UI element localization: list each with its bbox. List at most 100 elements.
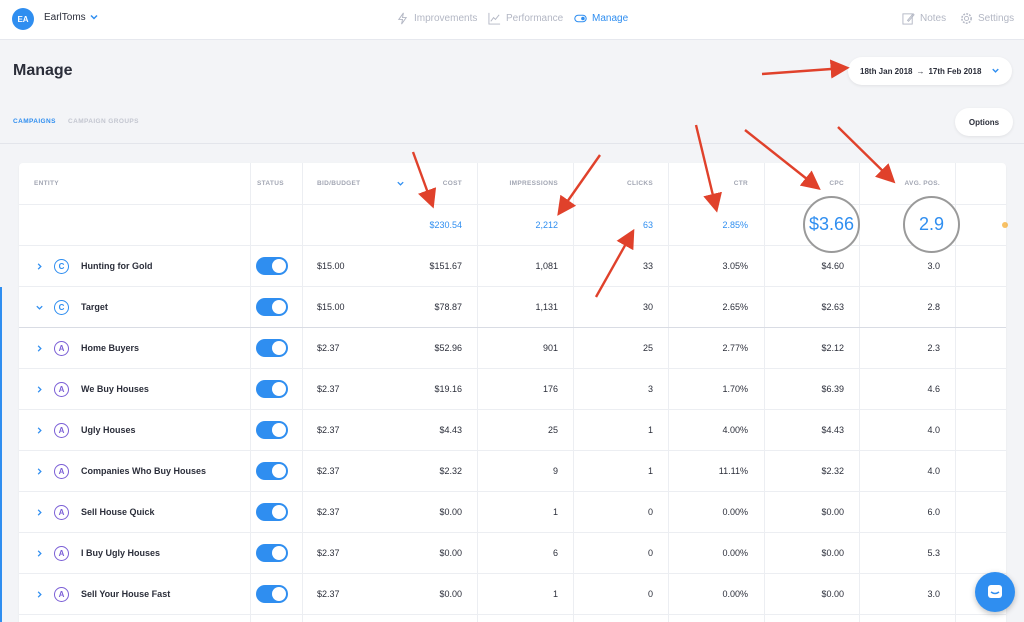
ctr: 1.70% bbox=[722, 384, 748, 394]
cost: $19.16 bbox=[434, 384, 462, 394]
status-toggle[interactable] bbox=[256, 462, 288, 480]
col-avg-pos[interactable]: AVG. POS. bbox=[905, 180, 940, 187]
status-toggle[interactable] bbox=[256, 257, 288, 275]
ctr: 0.00% bbox=[722, 589, 748, 599]
cost: $151.67 bbox=[429, 261, 462, 271]
col-status[interactable]: STATUS bbox=[257, 180, 284, 187]
bid-budget[interactable]: $2.37 bbox=[317, 384, 340, 394]
entity-name[interactable]: We Buy Houses bbox=[81, 384, 149, 394]
nav-improvements[interactable]: Improvements bbox=[396, 12, 477, 25]
status-dot bbox=[1002, 222, 1008, 228]
table-row[interactable]: A Home Buyers $2.37 $52.96 901 25 2.77% $2.12 2.… bbox=[19, 328, 1006, 369]
bid-budget[interactable]: $2.37 bbox=[317, 343, 340, 353]
total-impressions: 2,212 bbox=[535, 220, 558, 230]
chevron-right-icon[interactable] bbox=[35, 467, 44, 476]
col-impressions[interactable]: IMPRESSIONS bbox=[510, 180, 558, 187]
bid-budget[interactable]: $15.00 bbox=[317, 261, 345, 271]
avg-pos: 4.0 bbox=[927, 425, 940, 435]
status-toggle[interactable] bbox=[256, 298, 288, 316]
entity-name[interactable]: Home Buyers bbox=[81, 343, 139, 353]
nav-settings[interactable]: Settings bbox=[960, 12, 1014, 25]
bid-budget[interactable]: $2.37 bbox=[317, 548, 340, 558]
table-row[interactable]: C Hunting for Gold $15.00 $151.67 1,081 33 3.0… bbox=[19, 246, 1006, 287]
nav-manage-label: Manage bbox=[592, 13, 629, 24]
status-toggle[interactable] bbox=[256, 421, 288, 439]
page-title: Manage bbox=[13, 62, 73, 79]
chat-button[interactable] bbox=[975, 572, 1015, 612]
avg-pos: 5.3 bbox=[927, 548, 940, 558]
total-avg-pos: 2.9 bbox=[918, 214, 945, 234]
tab-campaign-groups[interactable]: CAMPAIGN GROUPS bbox=[68, 118, 139, 125]
col-cpc[interactable]: CPC bbox=[829, 180, 844, 187]
cost: $0.00 bbox=[439, 589, 462, 599]
impressions: 25 bbox=[547, 425, 558, 435]
avatar[interactable]: EA bbox=[12, 8, 34, 30]
date-end: 17th Feb 2018 bbox=[928, 66, 982, 76]
col-cost[interactable]: COST bbox=[443, 180, 462, 187]
table-row[interactable]: C Target $15.00 $78.87 1,131 30 2.65% $2.63 2.8 bbox=[19, 287, 1006, 328]
chevron-right-icon[interactable] bbox=[35, 426, 44, 435]
nav-notes[interactable]: Notes bbox=[902, 12, 946, 25]
entity-name[interactable]: I Buy Ugly Houses bbox=[81, 548, 160, 558]
account-name[interactable]: EarlToms bbox=[44, 12, 86, 23]
nav-performance-label: Performance bbox=[506, 13, 564, 24]
col-ctr[interactable]: CTR bbox=[734, 180, 748, 187]
bid-budget[interactable]: $15.00 bbox=[317, 302, 345, 312]
options-button[interactable]: Options bbox=[955, 108, 1013, 136]
clicks: 0 bbox=[647, 589, 653, 599]
cpc: $2.12 bbox=[821, 343, 844, 353]
bid-budget[interactable]: $2.37 bbox=[317, 589, 340, 599]
status-toggle[interactable] bbox=[256, 380, 288, 398]
status-toggle[interactable] bbox=[256, 544, 288, 562]
entity-name[interactable]: Hunting for Gold bbox=[81, 261, 152, 271]
cpc: $2.32 bbox=[821, 466, 844, 476]
sort-chevron-icon[interactable] bbox=[396, 179, 405, 188]
entity-type-badge: C bbox=[54, 300, 69, 315]
entity-name[interactable]: Sell Your House Fast bbox=[81, 589, 170, 599]
nav-manage[interactable]: Manage bbox=[574, 12, 628, 25]
bid-budget[interactable]: $2.37 bbox=[317, 425, 340, 435]
impressions: 6 bbox=[552, 548, 558, 558]
tab-campaigns[interactable]: CAMPAIGNS bbox=[13, 118, 56, 125]
entity-name[interactable]: Companies Who Buy Houses bbox=[81, 466, 206, 476]
avg-pos: 2.8 bbox=[927, 302, 940, 312]
table-row[interactable]: A Sell Your House Fast $2.37 $0.00 1 0 0.00% $0… bbox=[19, 574, 1006, 615]
clicks: 30 bbox=[642, 302, 653, 312]
col-bid-budget[interactable]: BID/BUDGET bbox=[317, 180, 360, 187]
table-row[interactable]: A Ugly Houses $2.37 $4.43 25 1 4.00% $4.43 4.0 bbox=[19, 410, 1006, 451]
entity-name[interactable]: Target bbox=[81, 302, 108, 312]
clicks: 25 bbox=[642, 343, 653, 353]
status-toggle[interactable] bbox=[256, 585, 288, 603]
chevron-down-icon bbox=[992, 68, 999, 73]
date-arrow: → bbox=[916, 66, 925, 76]
bid-budget[interactable]: $2.37 bbox=[317, 507, 340, 517]
status-toggle[interactable] bbox=[256, 339, 288, 357]
chevron-right-icon[interactable] bbox=[35, 385, 44, 394]
date-range-picker[interactable]: 18th Jan 2018 → 17th Feb 2018 bbox=[848, 57, 1012, 85]
entity-name[interactable]: Ugly Houses bbox=[81, 425, 136, 435]
table-row[interactable]: A Companies Who Buy Houses $2.37 $2.32 9 1 11.… bbox=[19, 451, 1006, 492]
status-toggle[interactable] bbox=[256, 503, 288, 521]
col-entity[interactable]: ENTITY bbox=[34, 180, 59, 187]
impressions: 1 bbox=[552, 507, 558, 517]
chevron-right-icon[interactable] bbox=[35, 344, 44, 353]
clicks: 1 bbox=[647, 425, 653, 435]
entity-type-badge: A bbox=[54, 505, 69, 520]
cpc: $0.00 bbox=[821, 589, 844, 599]
chevron-right-icon[interactable] bbox=[35, 590, 44, 599]
table-row[interactable]: A I Buy Ugly Houses $2.37 $0.00 6 0 0.00% $0.00… bbox=[19, 533, 1006, 574]
entity-name[interactable]: Sell House Quick bbox=[81, 507, 155, 517]
chevron-down-icon[interactable] bbox=[35, 303, 44, 312]
toggle-icon bbox=[574, 14, 587, 23]
chevron-down-icon[interactable] bbox=[88, 11, 100, 23]
chevron-right-icon[interactable] bbox=[35, 508, 44, 517]
chevron-right-icon[interactable] bbox=[35, 549, 44, 558]
chevron-right-icon[interactable] bbox=[35, 262, 44, 271]
nav-performance[interactable]: Performance bbox=[488, 12, 563, 25]
bid-budget[interactable]: $2.37 bbox=[317, 466, 340, 476]
col-clicks[interactable]: CLICKS bbox=[627, 180, 653, 187]
table-row[interactable]: A Sell House Quick $2.37 $0.00 1 0 0.00% $0.00 6… bbox=[19, 492, 1006, 533]
clicks: 0 bbox=[647, 548, 653, 558]
table-row[interactable]: A We Buy Houses $2.37 $19.16 176 3 1.70% $6.39 4… bbox=[19, 369, 1006, 410]
entity-type-badge: A bbox=[54, 546, 69, 561]
